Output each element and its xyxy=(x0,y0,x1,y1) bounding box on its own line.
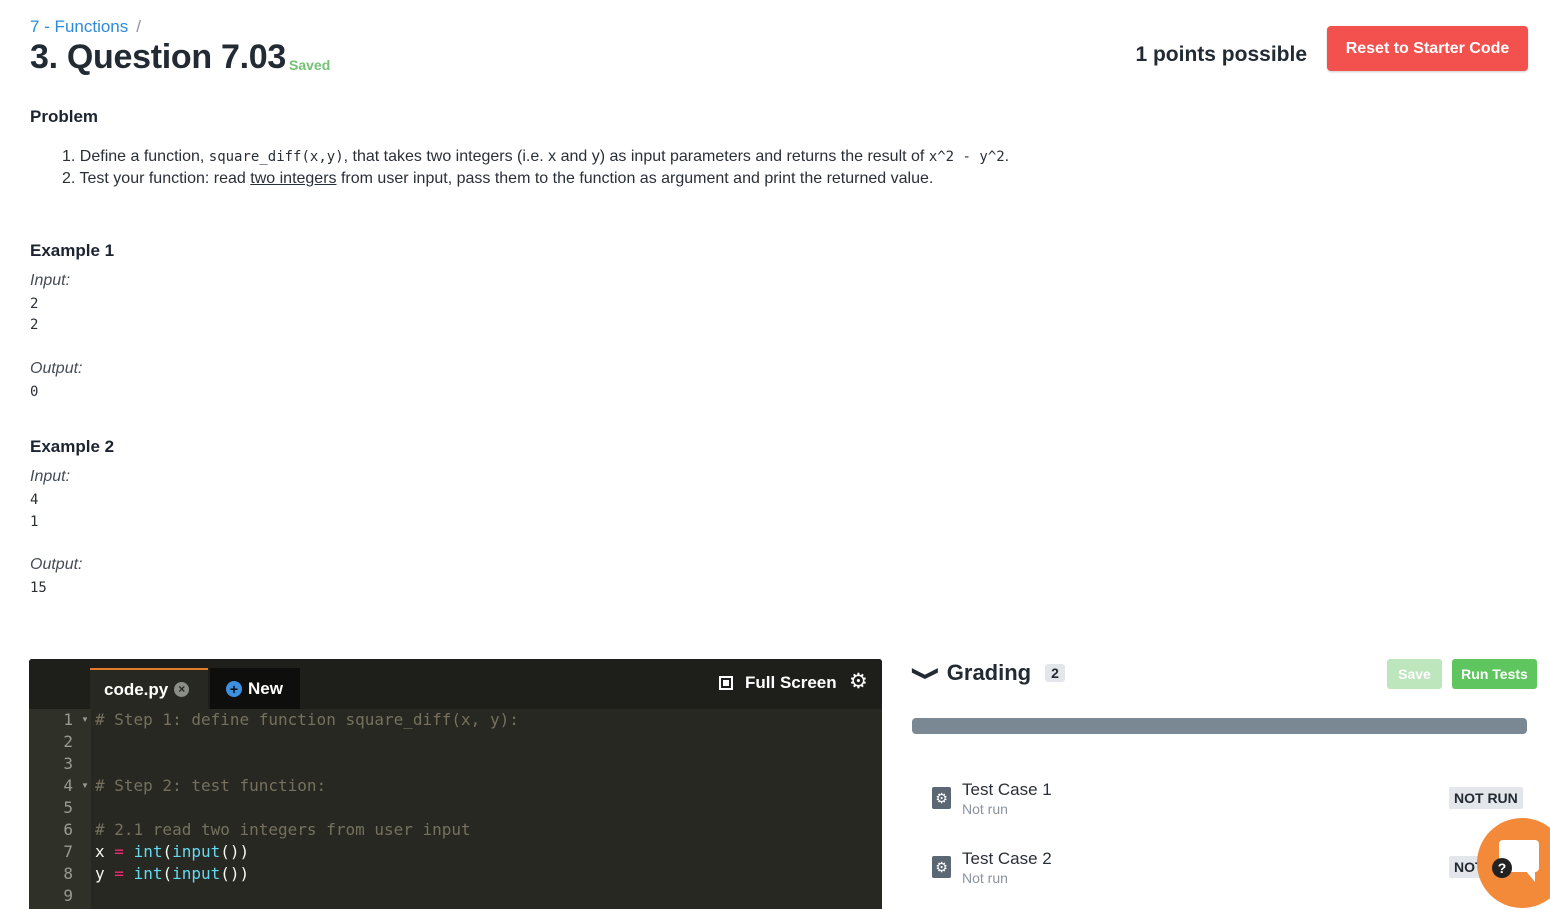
tab-code-py[interactable]: code.py × xyxy=(90,668,208,709)
test-case-name: Test Case 2 xyxy=(962,849,1052,868)
line-number-gutter: 1 2 3 4 5 6 7 8 9 ▼ ▼ xyxy=(29,709,91,909)
points-possible: 1 points possible xyxy=(1135,43,1307,66)
new-file-button[interactable]: + New xyxy=(210,668,300,709)
chevron-down-icon: ❯ xyxy=(911,664,941,682)
close-icon[interactable]: × xyxy=(174,682,190,697)
fullscreen-label: Full Screen xyxy=(745,673,837,692)
example-1-output-label: Output: xyxy=(30,360,83,377)
problem-heading: Problem xyxy=(30,107,99,126)
line-number: 3 xyxy=(63,754,73,773)
fold-arrow-icon[interactable]: ▼ xyxy=(81,781,89,790)
gears-icon: ⚙ xyxy=(932,787,951,809)
example-1-input-1: 2 xyxy=(30,296,39,312)
grading-progress-bar xyxy=(912,718,1527,734)
plus-icon: + xyxy=(226,680,242,697)
example-2-output: 15 xyxy=(30,580,47,596)
run-tests-button[interactable]: Run Tests xyxy=(1452,659,1537,689)
code-line-7: x = int(input()) xyxy=(95,842,250,861)
grading-header[interactable]: ❯ Grading 2 xyxy=(911,660,1065,686)
gear-icon[interactable]: ⚙ xyxy=(849,669,868,694)
example-2-title: Example 2 xyxy=(30,437,115,456)
tab-file-label: code.py xyxy=(104,679,169,699)
code-line-6: # 2.1 read two integers from user input xyxy=(95,820,471,839)
fullscreen-icon xyxy=(719,676,733,690)
test-case-status: Not run xyxy=(962,870,1008,886)
test-case-name: Test Case 1 xyxy=(962,780,1052,799)
help-icon: ? xyxy=(1492,858,1512,878)
example-1-title: Example 1 xyxy=(30,241,115,260)
code-line-1: # Step 1: define function square_diff(x,… xyxy=(95,710,519,729)
grading-count-badge: 2 xyxy=(1045,664,1065,682)
line-number: 6 xyxy=(63,820,73,839)
line-number: 5 xyxy=(63,798,73,817)
chat-help-button[interactable]: ? xyxy=(1477,818,1550,908)
code-editor: code.py × + New Full Screen ⚙ 1 2 3 4 5 … xyxy=(29,659,882,909)
line-number: 7 xyxy=(63,842,73,861)
line-number: 9 xyxy=(63,886,73,905)
code-line-4: # Step 2: test function: xyxy=(95,776,327,795)
code-input-area[interactable]: # Step 1: define function square_diff(x,… xyxy=(91,709,882,909)
example-2-input-1: 4 xyxy=(30,492,39,508)
grading-title: Grading xyxy=(946,660,1032,685)
status-badge: NOT RUN xyxy=(1449,787,1523,809)
example-2-input-2: 1 xyxy=(30,514,39,530)
reset-starter-code-button[interactable]: Reset to Starter Code xyxy=(1327,26,1528,71)
saved-status: Saved xyxy=(289,57,331,73)
line-number: 8 xyxy=(63,864,73,883)
fold-arrow-icon[interactable]: ▼ xyxy=(81,715,89,724)
line-number: 2 xyxy=(63,732,73,751)
new-file-label: New xyxy=(248,678,283,698)
problem-item-1: 1. Define a function, square_diff(x,y), … xyxy=(62,148,1010,165)
breadcrumb-link-functions[interactable]: 7 - Functions xyxy=(30,17,128,36)
breadcrumb: 7 - Functions / xyxy=(30,17,141,37)
fullscreen-button[interactable]: Full Screen xyxy=(719,673,837,693)
breadcrumb-separator: / xyxy=(136,17,141,36)
example-1-input-label: Input: xyxy=(30,272,71,289)
gears-icon: ⚙ xyxy=(932,856,951,878)
example-2-input-label: Input: xyxy=(30,468,71,485)
page-title: 3. Question 7.03 xyxy=(30,38,286,76)
problem-list: 1. Define a function, square_diff(x,y), … xyxy=(62,146,1009,190)
code-line-8: y = int(input()) xyxy=(95,864,250,883)
example-2-output-label: Output: xyxy=(30,556,83,573)
example-1-output: 0 xyxy=(30,384,39,400)
save-button[interactable]: Save xyxy=(1387,659,1442,689)
test-case-status: Not run xyxy=(962,801,1008,817)
example-1-input-2: 2 xyxy=(30,317,39,333)
problem-item-2: 2. Test your function: read two integers… xyxy=(62,170,934,187)
